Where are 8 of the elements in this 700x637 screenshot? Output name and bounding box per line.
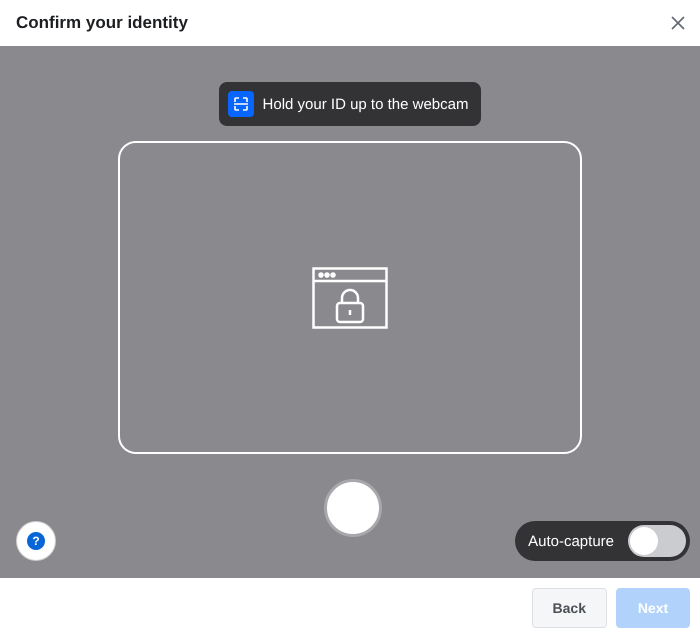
- scan-icon: [228, 91, 254, 117]
- back-button[interactable]: Back: [532, 588, 607, 628]
- locked-browser-icon: [312, 266, 388, 328]
- instruction-text: Hold your ID up to the webcam: [262, 96, 468, 112]
- help-button[interactable]: ?: [16, 521, 56, 561]
- window-title: Confirm your identity: [16, 13, 188, 33]
- auto-capture-label: Auto-capture: [528, 532, 614, 550]
- auto-capture-switch[interactable]: [628, 525, 686, 557]
